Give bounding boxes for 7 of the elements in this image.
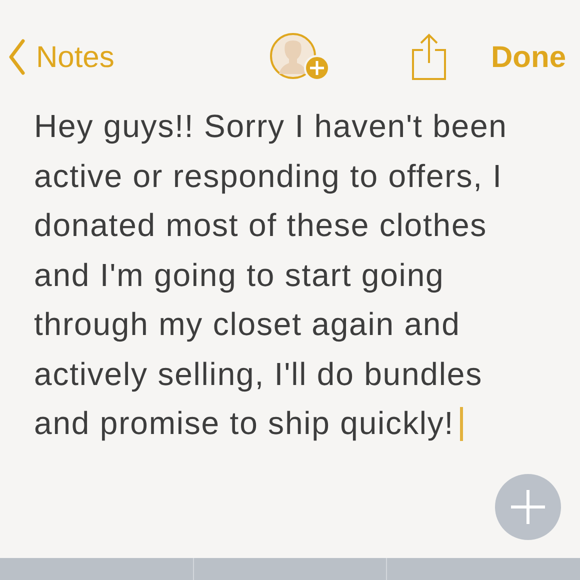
done-button[interactable]: Done xyxy=(491,34,566,80)
back-button[interactable]: Notes xyxy=(8,34,114,80)
back-chevron-icon xyxy=(8,39,26,75)
plus-icon xyxy=(511,490,545,524)
share-icon xyxy=(411,33,447,81)
note-text[interactable]: Hey guys!! Sorry I haven't been active or responding to offers, I donated most of these clothes and I'm going to start going through my closet again and actively selling, I'll do bundles and promise to ship quickly! xyxy=(0,102,580,448)
share-button[interactable] xyxy=(411,33,447,81)
